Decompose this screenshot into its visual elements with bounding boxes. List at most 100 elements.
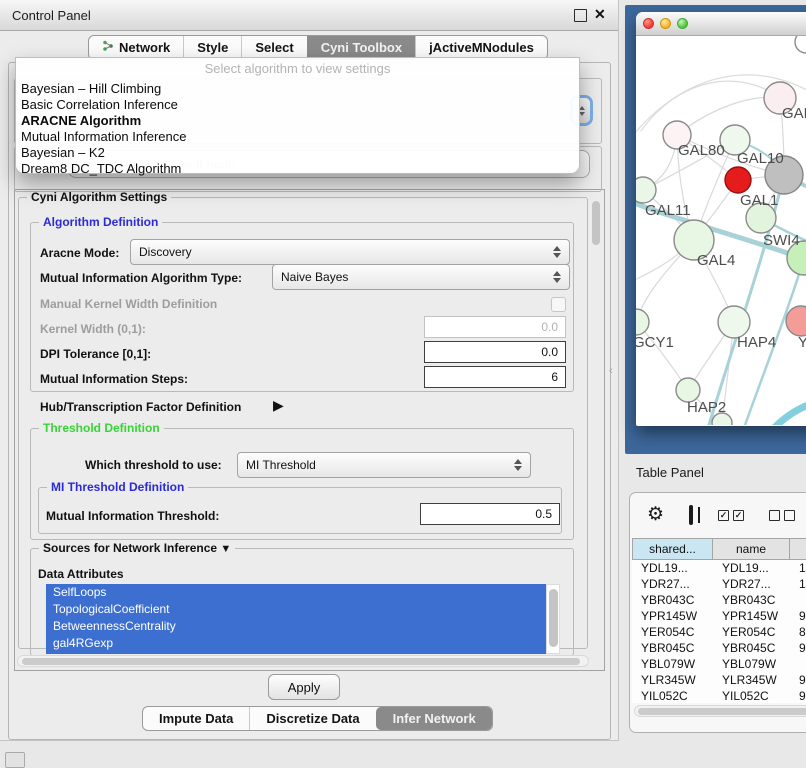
tab-impute-data[interactable]: Impute Data — [143, 707, 249, 730]
column-header-col2[interactable] — [790, 538, 806, 560]
table-row[interactable]: YER054CYER054C8. — [632, 624, 806, 640]
mi-steps-field[interactable]: 6 — [424, 366, 566, 388]
select-all-icon[interactable]: ✓✓ — [718, 510, 744, 521]
table-row[interactable]: YDR27...YDR27...12 — [632, 576, 806, 592]
float-window-icon[interactable] — [574, 9, 587, 22]
zoom-traffic-light-icon[interactable] — [677, 18, 688, 29]
column-header-shared[interactable]: shared... — [632, 538, 713, 560]
table-cell: YBL079W — [713, 656, 790, 672]
table-panel-titlebar: Table Panel — [620, 458, 806, 486]
which-threshold-combobox[interactable]: MI Threshold — [237, 452, 531, 478]
close-icon[interactable]: ✕ — [594, 6, 606, 23]
node-label-gal10: GAL10 — [737, 150, 784, 167]
spinner-arrows-icon — [552, 246, 561, 258]
tab-style[interactable]: Style — [183, 36, 241, 59]
node-red[interactable] — [725, 167, 751, 193]
table-cell: YER054C — [713, 624, 790, 640]
network-edge[interactable] — [774, 394, 806, 425]
table-row[interactable]: YPR145WYPR145W9. — [632, 608, 806, 624]
mi-threshold-field[interactable]: 0.5 — [420, 503, 560, 525]
manual-kernel-width-checkbox[interactable] — [551, 297, 566, 312]
table-cell: YPR145W — [713, 608, 790, 624]
minimize-traffic-light-icon[interactable] — [660, 18, 671, 29]
column-header-name[interactable]: name — [713, 538, 790, 560]
network-window[interactable]: GALGAL80GAL10GAL11GAL1SWI4GAL4GCY1HAP4YH… — [636, 12, 806, 426]
deselect-all-icon[interactable] — [769, 510, 795, 521]
tab-cyni-toolbox[interactable]: Cyni Toolbox — [307, 36, 415, 59]
table-row[interactable]: YBL079WYBL079W — [632, 656, 806, 672]
collapse-down-arrow-icon[interactable]: ▼ — [220, 543, 231, 555]
settings-vertical-scrollbar[interactable] — [590, 191, 602, 653]
algorithm-dropdown-popup: Select algorithm to view settings Bayesi… — [15, 57, 580, 174]
algorithm-option-dream8-dc-tdc-algorithm[interactable]: Dream8 DC_TDC Algorithm — [16, 161, 579, 177]
attribute-item-gal4rgexp[interactable]: gal4RGexp — [46, 635, 546, 652]
network-window-titlebar — [636, 12, 806, 36]
node-pink-right[interactable] — [786, 306, 806, 336]
bottom-corner-icon[interactable] — [5, 752, 25, 768]
attribute-item-selfloops[interactable]: SelfLoops — [46, 584, 546, 601]
table-cell: YDL19... — [632, 560, 713, 576]
table-cell: YBR045C — [632, 640, 713, 656]
network-canvas[interactable]: GALGAL80GAL10GAL11GAL1SWI4GAL4GCY1HAP4YH… — [636, 36, 806, 425]
table-cell: YDR27... — [713, 576, 790, 592]
tab-select[interactable]: Select — [241, 36, 306, 59]
table-header-row: shared...name — [632, 538, 806, 560]
panel-splitter-handle[interactable]: ‹ — [609, 364, 617, 378]
table-cell: YDL19... — [713, 560, 790, 576]
table-row[interactable]: YBR045CYBR045C9. — [632, 640, 806, 656]
tab-label: Style — [197, 40, 228, 55]
table-cell: 9. — [790, 672, 806, 688]
mi-steps-label: Mutual Information Steps: — [40, 372, 188, 386]
algorithm-option-bayesian-hill-climbing[interactable]: Bayesian – Hill Climbing — [16, 81, 579, 97]
column-layout-icon[interactable] — [689, 505, 693, 525]
table-row[interactable]: YDL19...YDL19...13 — [632, 560, 806, 576]
attributes-list-scrollbar[interactable] — [546, 584, 560, 654]
tab-label: Cyni Toolbox — [321, 40, 402, 55]
tab-network[interactable]: Network — [89, 36, 183, 59]
network-edge[interactable] — [641, 81, 780, 131]
node-label-gal1: GAL1 — [740, 192, 778, 209]
expand-right-arrow-icon[interactable]: ▶ — [273, 397, 284, 414]
apply-button[interactable]: Apply — [268, 674, 340, 700]
manual-kernel-width-label: Manual Kernel Width Definition — [40, 297, 217, 311]
table-row[interactable]: YIL052CYIL052C9. — [632, 688, 806, 703]
tab-infer-network[interactable]: Infer Network — [376, 707, 492, 730]
node-gcy1[interactable] — [636, 309, 649, 335]
mi-algorithm-type-combobox[interactable]: Naive Bayes — [272, 264, 570, 290]
algorithm-option-basic-correlation-inference[interactable]: Basic Correlation Inference — [16, 97, 579, 113]
data-attributes-list[interactable]: SelfLoopsTopologicalCoefficientBetweenne… — [46, 584, 546, 654]
node-label-hap4: HAP4 — [737, 334, 776, 351]
table-cell: YPR145W — [632, 608, 713, 624]
tab-jactivemnodules[interactable]: jActiveMNodules — [415, 36, 547, 59]
algorithm-option-bayesian-k2[interactable]: Bayesian – K2 — [16, 145, 579, 161]
kernel-width-field[interactable]: 0.0 — [424, 316, 566, 338]
tab-discretize-data[interactable]: Discretize Data — [249, 707, 375, 730]
spinner-arrows-icon — [513, 459, 522, 471]
table-cell: 8. — [790, 624, 806, 640]
aracne-mode-combobox[interactable]: Discovery — [130, 239, 570, 265]
attribute-item-topologicalcoefficient[interactable]: TopologicalCoefficient — [46, 601, 546, 618]
settings-horizontal-scrollbar[interactable] — [17, 655, 589, 667]
algorithm-dropdown-items: Bayesian – Hill ClimbingBasic Correlatio… — [16, 81, 579, 177]
algorithm-option-mutual-information-inference[interactable]: Mutual Information Inference — [16, 129, 579, 145]
node-top-partial[interactable] — [795, 36, 806, 53]
algorithm-option-aracne-algorithm[interactable]: ARACNE Algorithm — [16, 113, 579, 129]
node-gal11[interactable] — [636, 177, 656, 203]
table-rows: YDL19...YDL19...13YDR27...YDR27...12YBR0… — [632, 560, 806, 703]
table-cell: 9. — [790, 688, 806, 703]
which-threshold-value: MI Threshold — [246, 458, 513, 472]
control-panel-title: Control Panel — [12, 8, 91, 23]
table-row[interactable]: YBR043CYBR043C — [632, 592, 806, 608]
table-cell: 13 — [790, 560, 806, 576]
table-horizontal-scrollbar[interactable] — [634, 705, 806, 717]
aracne-mode-value: Discovery — [139, 245, 552, 259]
mi-algorithm-type-label: Mutual Information Algorithm Type: — [40, 271, 242, 285]
control-panel-titlebar: Control Panel — [0, 0, 618, 31]
settings-gear-icon[interactable]: ⚙ — [647, 506, 664, 524]
algorithm-definition-title: Algorithm Definition — [39, 215, 162, 229]
close-traffic-light-icon[interactable] — [643, 18, 654, 29]
table-row[interactable]: YLR345WYLR345W9. — [632, 672, 806, 688]
table-cell: YBR043C — [632, 592, 713, 608]
dpi-tolerance-field[interactable]: 0.0 — [424, 341, 566, 363]
attribute-item-betweennesscentrality[interactable]: BetweennessCentrality — [46, 618, 546, 635]
